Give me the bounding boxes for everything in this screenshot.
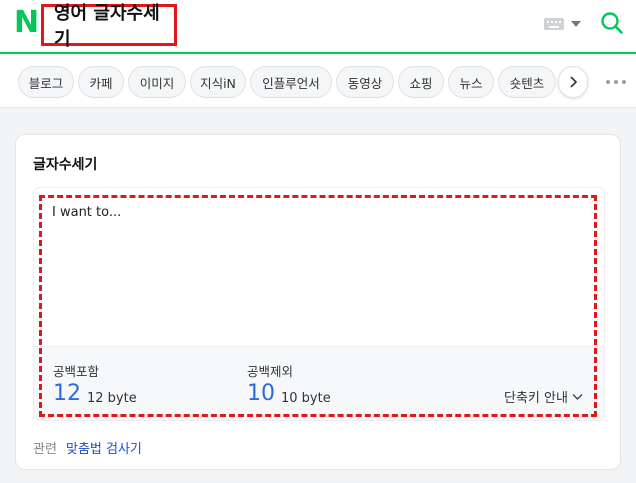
more-icon[interactable] (606, 80, 626, 86)
search-query-text: 영어 글자수세기 (54, 3, 160, 50)
tab-shopping[interactable]: 쇼핑 (398, 66, 444, 98)
page: N 영어 글자수세기 블로그 카페 이미지 지식iN 인플루언서 동영상 쇼핑 … (0, 0, 636, 483)
with-spaces-label: 공백포함 (53, 364, 100, 379)
chevron-down-icon[interactable] (571, 21, 581, 27)
stats-bar (34, 346, 604, 420)
related-prefix: 관련 (33, 442, 57, 457)
search-icon[interactable] (600, 11, 624, 35)
naver-logo[interactable]: N (14, 8, 40, 38)
with-spaces-count: 12 (53, 381, 81, 406)
chevron-right-icon (570, 76, 578, 88)
tab-knowledge-in[interactable]: 지식iN (190, 66, 246, 98)
tab-video[interactable]: 동영상 (336, 66, 394, 98)
category-tabs: 블로그 카페 이미지 지식iN 인플루언서 동영상 쇼핑 뉴스 숏텐츠 (0, 56, 636, 108)
keyboard-icon[interactable] (544, 18, 564, 30)
without-spaces-label: 공백제외 (247, 364, 294, 379)
without-spaces-count: 10 (247, 381, 275, 406)
tabs-next-button[interactable] (558, 66, 588, 98)
shortcut-guide-label: 단축키 안내 (504, 391, 568, 406)
tab-blog[interactable]: 블로그 (18, 66, 74, 98)
character-counter-card: 글자수세기 I want to... 공백포함 12 12 byte 공백제외 … (15, 134, 621, 470)
with-spaces-bytes: 12 byte (87, 391, 137, 406)
search-header: N 영어 글자수세기 (0, 0, 636, 54)
chevron-down-icon (572, 393, 583, 400)
search-input[interactable]: 영어 글자수세기 (41, 3, 177, 50)
text-input-area[interactable]: I want to... (52, 205, 582, 335)
tab-images[interactable]: 이미지 (128, 66, 186, 98)
shortcut-guide-button[interactable]: 단축키 안내 (504, 387, 583, 406)
tab-cafe[interactable]: 카페 (78, 66, 124, 98)
spell-checker-link[interactable]: 맞춤법 검사기 (66, 438, 142, 457)
tab-news[interactable]: 뉴스 (448, 66, 494, 98)
tab-influencer[interactable]: 인플루언서 (250, 66, 332, 98)
tab-shortents[interactable]: 숏텐츠 (498, 66, 556, 98)
without-spaces-bytes: 10 byte (281, 391, 331, 406)
card-title: 글자수세기 (33, 157, 98, 173)
